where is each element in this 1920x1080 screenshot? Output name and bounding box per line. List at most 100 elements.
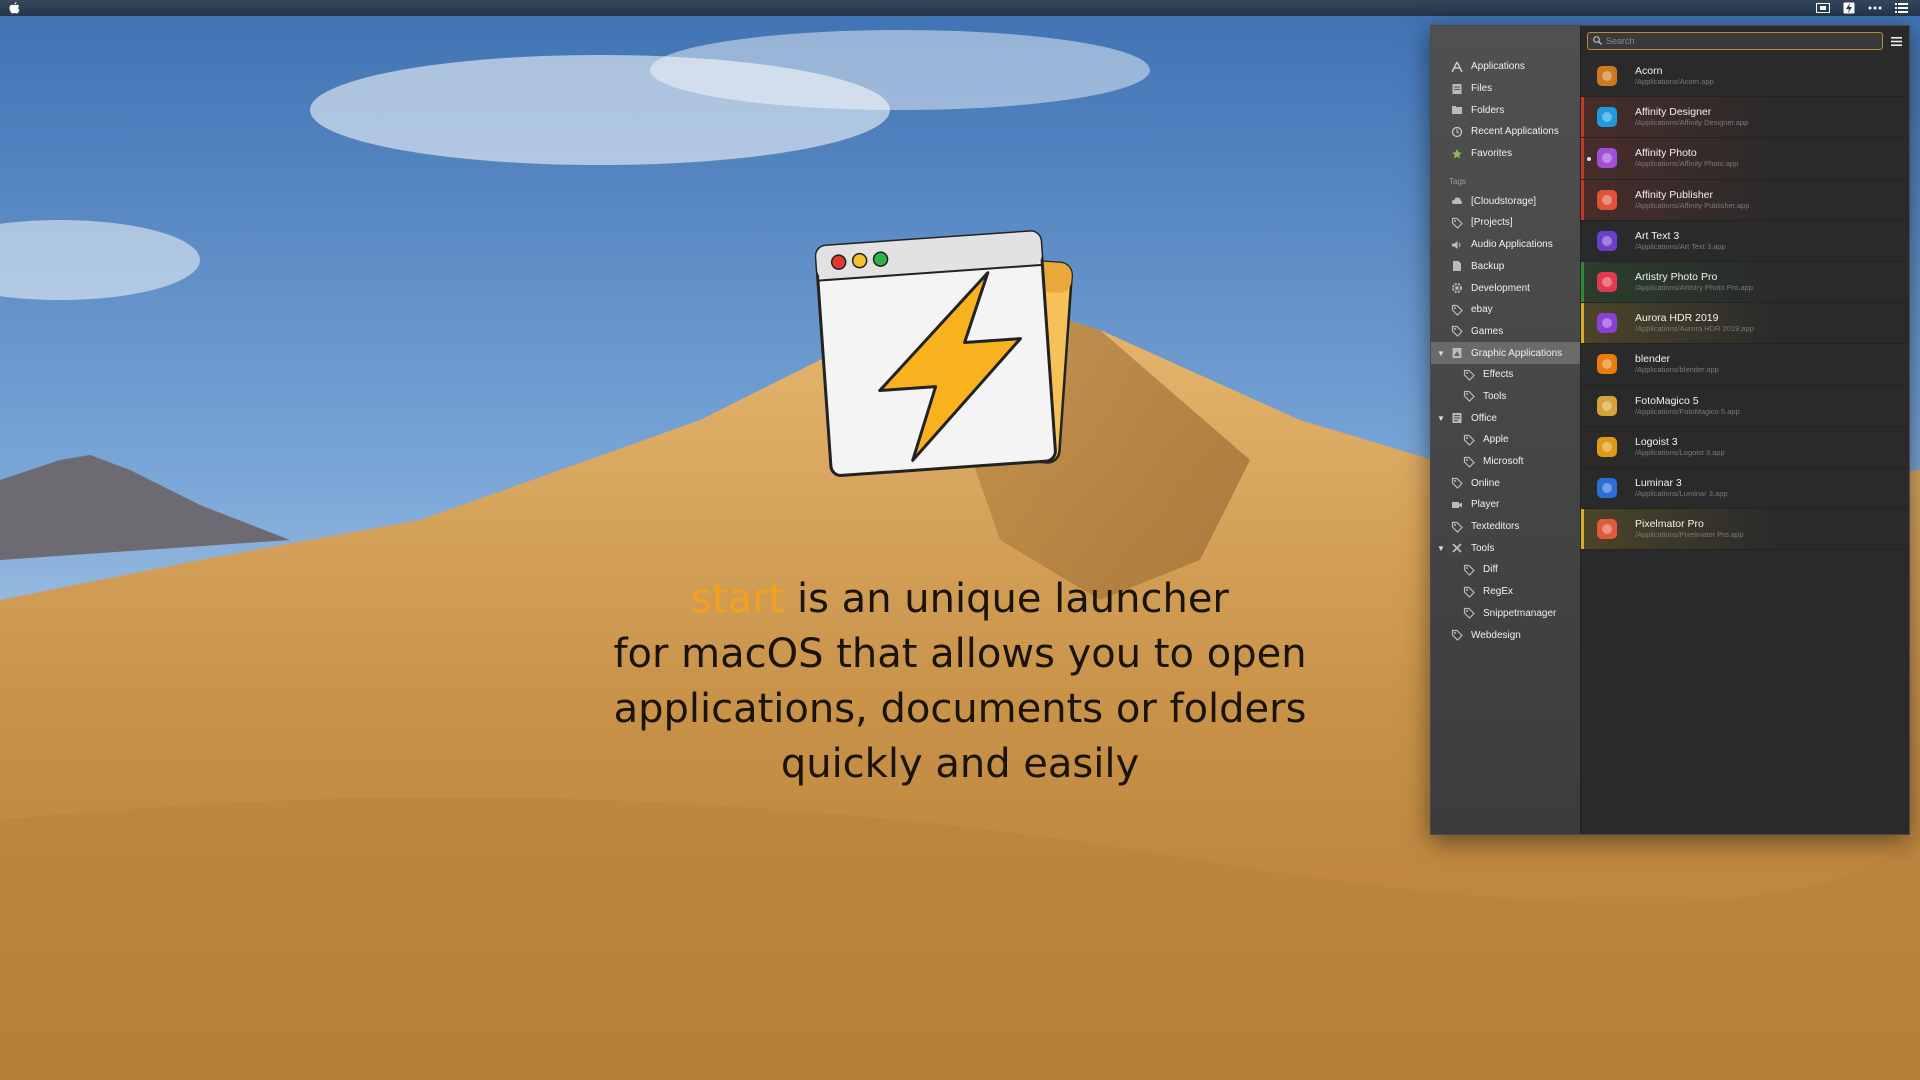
cloud-icon (1451, 195, 1463, 207)
applications-icon (1451, 61, 1463, 73)
disclosure-triangle-icon[interactable]: ▼ (1437, 544, 1445, 553)
artistry-icon (1595, 270, 1619, 294)
search-input[interactable] (1606, 36, 1877, 46)
app-text: Artistry Photo Pro/Applications/Artistry… (1635, 271, 1753, 293)
sidebar-item-recent-applications[interactable]: Recent Applications (1431, 121, 1580, 143)
app-row[interactable]: Affinity Publisher/Applications/Affinity… (1581, 179, 1909, 221)
screen-icon[interactable] (1816, 2, 1830, 14)
launcher-panel: Applications Files Folders Recent Applicati… (1430, 25, 1910, 835)
sidebar-item-label: Applications (1471, 61, 1525, 73)
app-name: Affinity Designer (1635, 106, 1712, 119)
disclosure-triangle-icon[interactable]: ▼ (1437, 414, 1445, 423)
sidebar-item-label: Tools (1471, 542, 1495, 554)
tags-heading: Tags (1449, 177, 1466, 187)
app-path: /Applications/Aurora HDR 2019.app (1635, 324, 1754, 334)
app-row[interactable]: Pixelmator Pro/Applications/Pixelmator P… (1581, 509, 1909, 551)
tag-item-tools[interactable]: Tools (1431, 386, 1580, 408)
affinity-publisher-icon (1595, 188, 1619, 212)
tag-item-projects[interactable]: [Projects] (1431, 212, 1580, 234)
tag-item-backup[interactable]: Backup (1431, 256, 1580, 278)
sidebar-item-label: Audio Applications (1471, 239, 1553, 251)
sidebar-item-label: Folders (1471, 104, 1505, 116)
sidebar-item-favorites[interactable]: Favorites (1431, 143, 1580, 165)
app-row[interactable]: Logoist 3/Applications/Logoist 3.app (1581, 427, 1909, 468)
start-app-icon[interactable] (1842, 2, 1856, 14)
app-row[interactable]: Acorn/Applications/Acorn.app (1581, 56, 1909, 98)
tag-item-texteditors[interactable]: Texteditors (1431, 516, 1580, 538)
app-row[interactable]: Artistry Photo Pro/Applications/Artistry… (1581, 261, 1909, 304)
sidebar-item-label: Texteditors (1471, 521, 1520, 533)
search-icon (1593, 32, 1602, 50)
tag-item-online[interactable]: Online (1431, 472, 1580, 494)
tag-item-cloudstorage[interactable]: [Cloudstorage] (1431, 190, 1580, 212)
running-indicator (1587, 157, 1591, 162)
app-row[interactable]: FotoMagico 5/Applications/FotoMagico 5.a… (1581, 386, 1909, 427)
speaker-icon (1451, 239, 1463, 251)
tag-item-development[interactable]: Development (1431, 277, 1580, 299)
tag-icon (1451, 629, 1463, 641)
tag-icon (1463, 607, 1475, 620)
app-path: /Applications/Pixelmator Pro.app (1635, 530, 1744, 540)
tagline-line-4: quickly and easily (780, 741, 1140, 787)
gear-icon (1451, 282, 1463, 294)
tag-icon (1463, 390, 1475, 403)
app-row[interactable]: Art Text 3/Applications/Art Text 3.app (1581, 221, 1909, 262)
app-name: blender (1635, 353, 1671, 366)
app-row[interactable]: Affinity Designer/Applications/Affinity … (1581, 97, 1909, 139)
app-text: Acorn/Applications/Acorn.app (1635, 65, 1714, 87)
app-text: Pixelmator Pro/Applications/Pixelmator P… (1635, 518, 1743, 540)
search-bar (1581, 26, 1909, 56)
sidebar-item-label: Diff (1483, 564, 1498, 576)
app-row[interactable]: blender/Applications/blender.app (1581, 344, 1909, 386)
tag-item-apple[interactable]: Apple (1431, 429, 1580, 451)
app-text: Affinity Designer/Applications/Affinity … (1635, 106, 1748, 128)
office-icon (1451, 412, 1463, 424)
tag-icon (1451, 477, 1463, 490)
app-name: Logoist 3 (1635, 435, 1678, 448)
app-row[interactable]: Aurora HDR 2019/Applications/Aurora HDR … (1581, 303, 1909, 345)
sidebar-item-label: Microsoft (1483, 456, 1524, 468)
sidebar-item-folders[interactable]: Folders (1431, 99, 1580, 121)
tag-item-diff[interactable]: Diff (1431, 559, 1580, 581)
tag-item-games[interactable]: Games (1431, 321, 1580, 343)
tag-item-audio-applications[interactable]: Audio Applications (1431, 234, 1580, 256)
app-row[interactable]: Luminar 3/Applications/Luminar 3.app (1581, 468, 1909, 510)
tag-color-marker (1581, 509, 1584, 550)
app-text: Aurora HDR 2019/Applications/Aurora HDR … (1635, 312, 1754, 334)
tag-item-office[interactable]: ▼ Office (1431, 407, 1580, 429)
app-name: Affinity Photo (1635, 147, 1697, 160)
search-field[interactable] (1587, 32, 1883, 50)
tag-item-webdesign[interactable]: Webdesign (1431, 624, 1580, 646)
sidebar-item-label: [Cloudstorage] (1471, 195, 1537, 207)
tag-icon (1451, 325, 1463, 338)
tag-item-graphic-applications[interactable]: ▼ Graphic Applications (1431, 342, 1580, 364)
tag-item-tools[interactable]: ▼ Tools (1431, 537, 1580, 559)
menu-icon[interactable] (1889, 34, 1903, 48)
tag-item-snippetmanager[interactable]: Snippetmanager (1431, 603, 1580, 625)
tag-item-microsoft[interactable]: Microsoft (1431, 451, 1580, 473)
tag-icon (1463, 434, 1475, 446)
tag-icon (1463, 369, 1475, 381)
app-path: /Applications/Artistry Photo Pro.app (1635, 283, 1753, 293)
tag-item-regex[interactable]: RegEx (1431, 581, 1580, 603)
app-name: Affinity Publisher (1635, 188, 1714, 201)
sidebar-item-applications[interactable]: Applications (1431, 56, 1580, 78)
disclosure-triangle-icon[interactable]: ▼ (1437, 349, 1445, 358)
sidebar-item-label: Graphic Applications (1471, 347, 1563, 359)
tag-item-effects[interactable]: Effects (1431, 364, 1580, 386)
more-dots-icon[interactable] (1868, 2, 1882, 14)
tag-item-ebay[interactable]: ebay (1431, 299, 1580, 321)
app-path: /Applications/Acorn.app (1635, 77, 1714, 87)
video-icon (1451, 499, 1463, 511)
app-text: Logoist 3/Applications/Logoist 3.app (1635, 436, 1725, 458)
start-logo-icon (814, 220, 1115, 490)
app-path: /Applications/Affinity Designer.app (1635, 118, 1749, 128)
app-row[interactable]: Affinity Photo/Applications/Affinity Pho… (1581, 138, 1909, 180)
sidebar-item-files[interactable]: Files (1431, 78, 1580, 100)
tag-item-player[interactable]: Player (1431, 494, 1580, 516)
app-name: Pixelmator Pro (1635, 518, 1704, 531)
fotomagico-icon (1595, 394, 1619, 418)
apple-icon[interactable] (8, 1, 20, 15)
list-icon[interactable] (1894, 2, 1908, 14)
sidebar-item-label: Recent Applications (1471, 126, 1559, 138)
